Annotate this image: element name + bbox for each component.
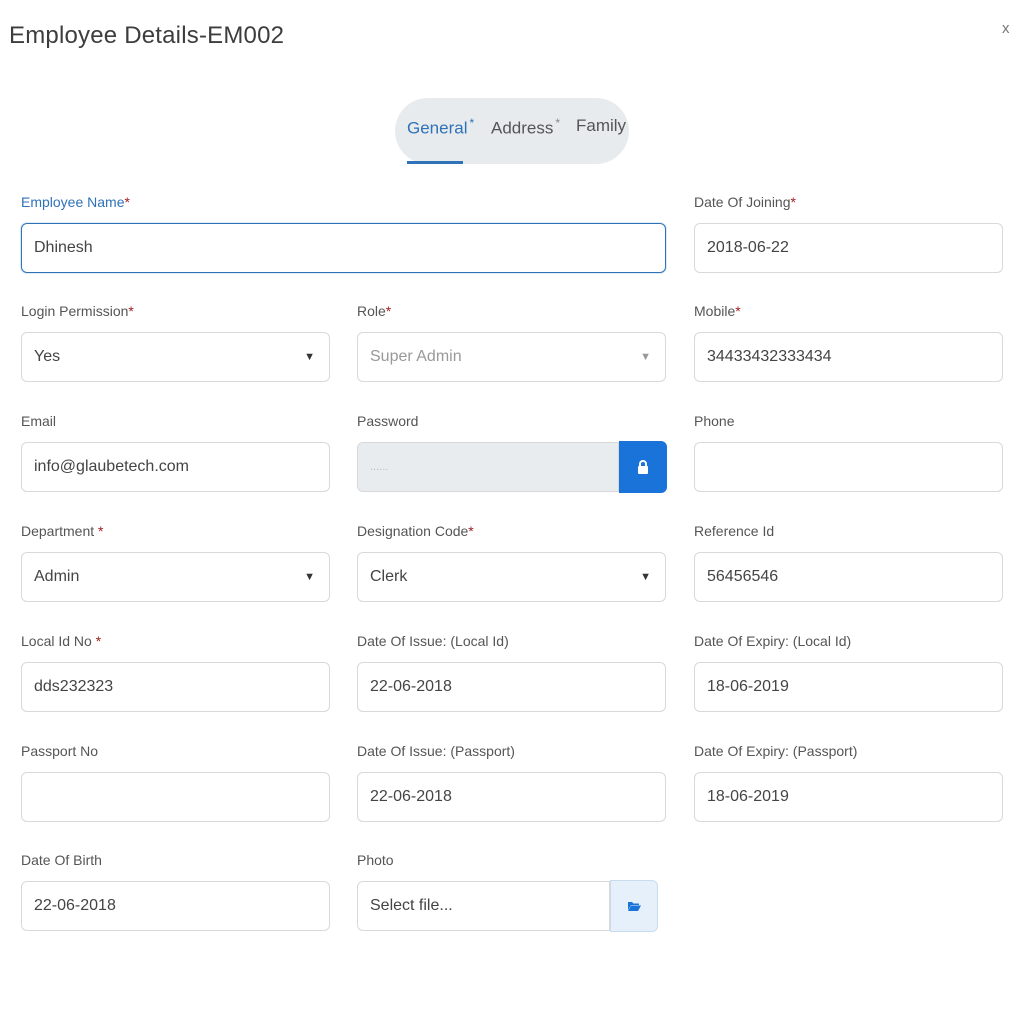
employee-name-input[interactable]: Dhinesh bbox=[21, 223, 666, 273]
close-icon[interactable]: x bbox=[1002, 20, 1010, 37]
folder-open-icon bbox=[628, 902, 641, 911]
designation-code-label: Designation Code* bbox=[357, 523, 474, 539]
tab-family[interactable]: Family bbox=[576, 116, 626, 136]
tab-bar: General * Address * Family bbox=[395, 98, 629, 164]
passport-no-label: Passport No bbox=[21, 743, 99, 759]
active-tab-indicator bbox=[407, 161, 463, 164]
email-input[interactable]: info@glaubetech.com bbox=[21, 442, 330, 492]
department-select[interactable]: Admin ▼ bbox=[21, 552, 330, 602]
chevron-down-icon: ▼ bbox=[304, 351, 315, 363]
photo-file-input[interactable]: Select file... bbox=[357, 881, 610, 931]
date-of-birth-label: Date Of Birth bbox=[21, 852, 102, 868]
reference-id-label: Reference Id bbox=[694, 523, 775, 539]
tab-general-label: General bbox=[407, 118, 468, 138]
date-expiry-passport-input[interactable]: 18-06-2019 bbox=[694, 772, 1003, 822]
login-permission-label: Login Permission* bbox=[21, 303, 134, 319]
phone-label: Phone bbox=[694, 413, 735, 429]
lock-icon bbox=[638, 460, 648, 474]
date-expiry-local-input[interactable]: 18-06-2019 bbox=[694, 662, 1003, 712]
passport-no-input[interactable] bbox=[21, 772, 330, 822]
date-expiry-local-label: Date Of Expiry: (Local Id) bbox=[694, 633, 852, 649]
employee-name-label: Employee Name* bbox=[21, 194, 130, 210]
password-lock-button[interactable] bbox=[619, 441, 667, 493]
local-id-no-input[interactable]: dds232323 bbox=[21, 662, 330, 712]
designation-code-value: Clerk bbox=[370, 568, 408, 585]
tab-general[interactable]: General * bbox=[407, 116, 474, 139]
date-of-joining-label: Date Of Joining* bbox=[694, 194, 796, 210]
local-id-no-label: Local Id No * bbox=[21, 633, 102, 649]
tab-general-marker: * bbox=[469, 116, 475, 130]
tab-address-marker: * bbox=[555, 116, 561, 130]
login-permission-select[interactable]: Yes ▼ bbox=[21, 332, 330, 382]
photo-browse-button[interactable] bbox=[610, 880, 658, 932]
chevron-down-icon: ▼ bbox=[304, 571, 315, 583]
role-label: Role* bbox=[357, 303, 392, 319]
date-issue-passport-label: Date Of Issue: (Passport) bbox=[357, 743, 515, 759]
role-value: Super Admin bbox=[370, 348, 462, 365]
dialog-title: Employee Details-EM002 bbox=[9, 22, 285, 49]
date-issue-local-input[interactable]: 22-06-2018 bbox=[357, 662, 666, 712]
photo-label: Photo bbox=[357, 852, 394, 868]
date-issue-local-label: Date Of Issue: (Local Id) bbox=[357, 633, 509, 649]
chevron-down-icon: ▼ bbox=[640, 571, 651, 583]
mobile-label: Mobile* bbox=[694, 303, 741, 319]
password-input[interactable]: ...... bbox=[357, 442, 619, 492]
tab-address[interactable]: Address * bbox=[491, 116, 560, 139]
department-value: Admin bbox=[34, 568, 80, 585]
tab-address-label: Address bbox=[491, 118, 554, 138]
date-of-birth-input[interactable]: 22-06-2018 bbox=[21, 881, 330, 931]
department-label: Department * bbox=[21, 523, 104, 539]
phone-input[interactable] bbox=[694, 442, 1003, 492]
designation-code-select[interactable]: Clerk ▼ bbox=[357, 552, 666, 602]
login-permission-value: Yes bbox=[34, 348, 61, 365]
tab-family-label: Family bbox=[576, 116, 627, 135]
password-label: Password bbox=[357, 413, 419, 429]
chevron-down-icon: ▼ bbox=[640, 351, 651, 363]
date-expiry-passport-label: Date Of Expiry: (Passport) bbox=[694, 743, 858, 759]
mobile-input[interactable]: 34433432333434 bbox=[694, 332, 1003, 382]
reference-id-input[interactable]: 56456546 bbox=[694, 552, 1003, 602]
date-issue-passport-input[interactable]: 22-06-2018 bbox=[357, 772, 666, 822]
date-of-joining-input[interactable]: 2018-06-22 bbox=[694, 223, 1003, 273]
role-select[interactable]: Super Admin ▼ bbox=[357, 332, 666, 382]
email-label: Email bbox=[21, 413, 57, 429]
